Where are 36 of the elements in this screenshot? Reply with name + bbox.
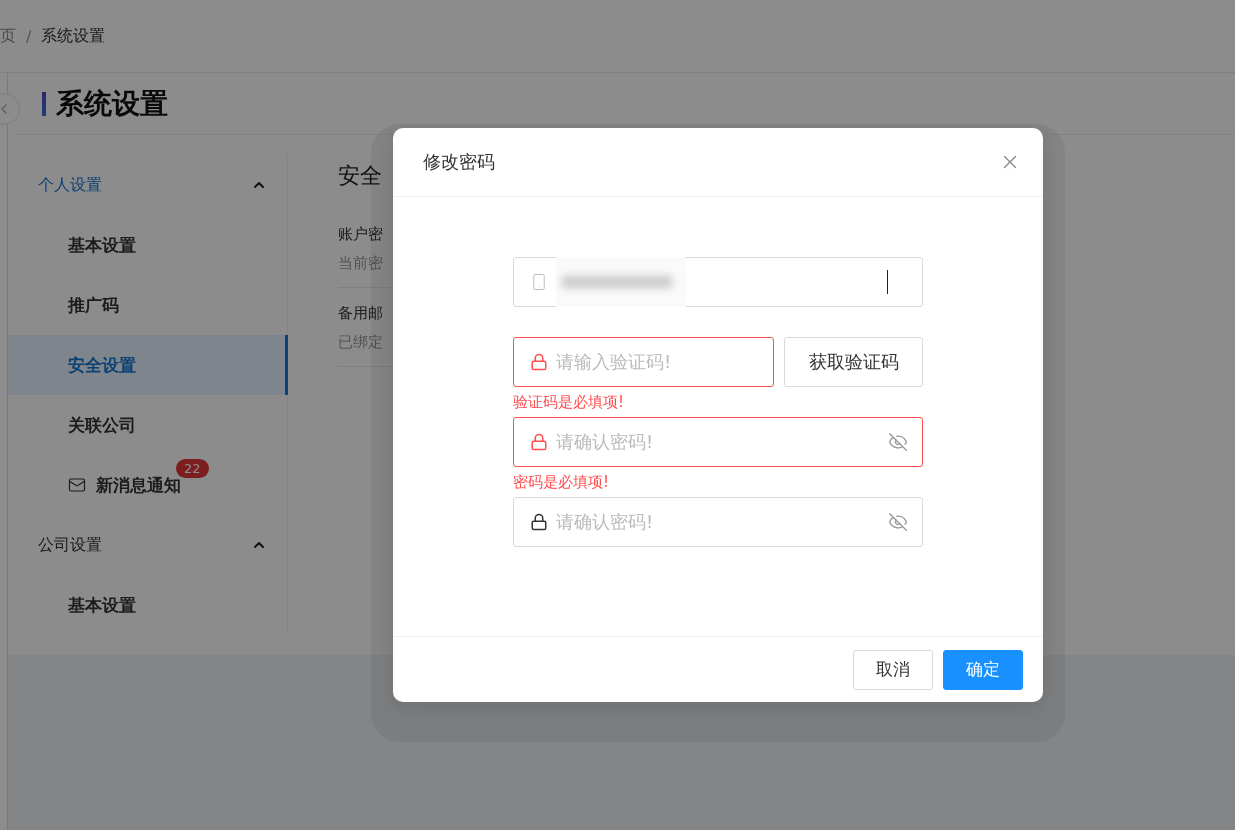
menu-group[interactable]: 公司设置 [8, 515, 287, 575]
get-code-button[interactable]: 获取验证码 [784, 337, 923, 387]
placeholder-text: 请确认密码! [556, 510, 655, 534]
lock-icon [530, 433, 548, 451]
error-message: 密码是必填项! [513, 471, 610, 493]
lock-icon [530, 353, 548, 371]
dialog-title: 修改密码 [423, 150, 495, 174]
eye-off-icon[interactable] [888, 512, 908, 532]
error-message: 验证码是必填项! [513, 391, 625, 413]
menu-item[interactable]: 基本设置 [8, 215, 288, 275]
menu-item[interactable]: 安全设置 [8, 335, 288, 395]
menu-item[interactable]: 推广码 [8, 275, 288, 335]
menu-item[interactable]: 关联公司 [8, 395, 288, 455]
confirm-button[interactable]: 确定 [943, 649, 1023, 690]
breadcrumb-separator: / [26, 26, 32, 46]
count-badge: 22 [176, 459, 209, 478]
placeholder-text: 请输入验证码! [556, 350, 673, 374]
setting-description: 当前密 [338, 254, 384, 273]
title-accent-bar [42, 91, 46, 116]
eye-off-icon[interactable] [888, 432, 908, 452]
mail-icon [68, 476, 86, 494]
breadcrumb-link[interactable]: 页 [0, 25, 16, 47]
phone-field[interactable] [513, 257, 923, 307]
phone-icon [530, 273, 548, 291]
placeholder-text: 请确认密码! [556, 430, 655, 454]
menu-item[interactable]: 基本设置 [8, 575, 288, 635]
menu-group[interactable]: 个人设置 [8, 155, 287, 215]
cancel-button[interactable]: 取消 [853, 649, 933, 690]
section-title: 安全 [338, 162, 383, 190]
page-title: 系统设置 [56, 85, 168, 122]
text-cursor [887, 270, 888, 294]
setting-label: 备用邮 [338, 304, 384, 323]
breadcrumb-link[interactable]: 系统设置 [41, 25, 106, 47]
menu-item[interactable]: 新消息通知 22 [8, 455, 288, 515]
lock-icon [530, 513, 548, 531]
setting-label: 账户密 [338, 225, 384, 244]
